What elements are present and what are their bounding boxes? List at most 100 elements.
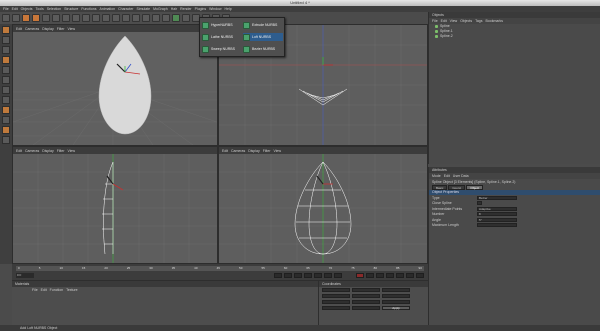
tab-coord[interactable]: Coord. (448, 184, 466, 190)
redo-icon[interactable] (12, 14, 20, 22)
lock-icon[interactable] (2, 136, 10, 144)
coord-field[interactable] (382, 288, 410, 292)
mat-menu-function[interactable]: Function (50, 288, 63, 292)
menu-plugins[interactable]: Plugins (195, 7, 206, 11)
move-icon[interactable] (32, 14, 40, 22)
menu-tools[interactable]: Tools (36, 7, 44, 11)
scale-key-icon[interactable] (396, 273, 404, 278)
undo-icon[interactable] (2, 14, 10, 22)
coord-field[interactable] (322, 294, 350, 298)
menu-simulate[interactable]: Simulate (136, 7, 150, 11)
attr-menu-edit[interactable]: Edit (444, 174, 450, 178)
coord-field[interactable] (382, 294, 410, 298)
snap-icon[interactable] (2, 126, 10, 134)
vp-menu-cameras[interactable]: Cameras (25, 149, 39, 153)
position-key-icon[interactable] (386, 273, 394, 278)
viewport-perspective[interactable]: Edit Cameras Display Filter View Perspec… (12, 24, 218, 146)
bezier-nurbs-item[interactable]: Bezier NURBS (243, 45, 283, 53)
mat-menu-edit[interactable]: Edit (41, 288, 47, 292)
vp-menu-view[interactable]: View (68, 27, 76, 31)
vp-menu-display[interactable]: Display (42, 27, 53, 31)
rotation-key-icon[interactable] (406, 273, 414, 278)
autokey-icon[interactable] (366, 273, 374, 278)
viewport-right[interactable]: Edit Cameras Display Filter View Right (12, 146, 218, 264)
lathe-nurbs-item[interactable]: Lathe NURBS (202, 33, 242, 41)
goto-start-icon[interactable] (274, 273, 282, 278)
vp-menu-display[interactable]: Display (248, 149, 259, 153)
object-mode-icon[interactable] (2, 46, 10, 54)
close-spline-checkbox[interactable] (477, 201, 482, 206)
menu-mograph[interactable]: MoGraph (153, 7, 168, 11)
texture-mode-icon[interactable] (2, 56, 10, 64)
y-axis-icon[interactable] (82, 14, 90, 22)
loft-nurbs-item[interactable]: Loft NURBS (243, 33, 283, 41)
mat-menu-file[interactable]: File (32, 288, 38, 292)
vp-menu-view[interactable]: View (68, 149, 76, 153)
next-key-icon[interactable] (324, 273, 332, 278)
vp-menu-display[interactable]: Display (42, 149, 53, 153)
object-list-item[interactable]: Spline.2 (429, 34, 600, 39)
obj-menu-bookmarks[interactable]: Bookmarks (485, 19, 503, 23)
tweak-mode-icon[interactable] (2, 116, 10, 124)
menu-file[interactable]: File (3, 7, 9, 11)
menu-window[interactable]: Window (209, 7, 221, 11)
obj-menu-view[interactable]: View (450, 19, 458, 23)
number-field[interactable]: 8 (477, 212, 517, 217)
vp-menu-filter[interactable]: Filter (57, 27, 65, 31)
nurbs-menu-icon[interactable] (172, 14, 180, 22)
coordinate-system-icon[interactable] (102, 14, 110, 22)
obj-menu-edit[interactable]: Edit (441, 19, 447, 23)
subdivision-icon[interactable] (162, 14, 170, 22)
rotate-icon[interactable] (52, 14, 60, 22)
x-axis-icon[interactable] (72, 14, 80, 22)
workplane-icon[interactable] (2, 66, 10, 74)
menu-character[interactable]: Character (118, 7, 133, 11)
timeline-ruler[interactable]: 0 5 10 15 20 25 30 35 40 45 50 55 60 65 70 75 80 85 90 (16, 266, 424, 271)
tab-basic[interactable]: Basic (432, 184, 448, 190)
coord-field[interactable] (352, 294, 380, 298)
menu-edit[interactable]: Edit (12, 7, 18, 11)
obj-menu-file[interactable]: File (432, 19, 438, 23)
keyframe-selection-icon[interactable] (376, 273, 384, 278)
vp-menu-cameras[interactable]: Cameras (25, 27, 39, 31)
obj-menu-objects[interactable]: Objects (460, 19, 472, 23)
menu-render[interactable]: Render (180, 7, 191, 11)
goto-end-icon[interactable] (334, 273, 342, 278)
coord-field[interactable] (322, 288, 350, 292)
max-length-field[interactable] (477, 223, 517, 228)
polygons-mode-icon[interactable] (2, 96, 10, 104)
vp-menu-view[interactable]: View (274, 149, 282, 153)
menu-functions[interactable]: Functions (81, 7, 96, 11)
extrude-nurbs-item[interactable]: Extrude NURBS (243, 21, 283, 29)
recent-tool-icon[interactable] (62, 14, 70, 22)
prev-frame-icon[interactable] (294, 273, 302, 278)
next-frame-icon[interactable] (314, 273, 322, 278)
coord-dropdown[interactable] (352, 306, 380, 310)
scale-icon[interactable] (42, 14, 50, 22)
menu-hair[interactable]: Hair (171, 7, 177, 11)
vp-menu-edit[interactable]: Edit (16, 149, 22, 153)
sweep-nurbs-item[interactable]: Sweep NURBS (202, 45, 242, 53)
cube-icon[interactable] (142, 14, 150, 22)
type-dropdown[interactable]: Bezier (477, 195, 517, 200)
apply-button[interactable]: Apply (382, 306, 410, 310)
coord-dropdown[interactable] (322, 306, 350, 310)
obj-menu-tags[interactable]: Tags (475, 19, 482, 23)
model-mode-icon[interactable] (2, 36, 10, 44)
viewport-front[interactable]: Edit Cameras Display Filter View Front (218, 146, 428, 264)
angle-field[interactable]: 5° (477, 217, 517, 222)
attr-menu-user-data[interactable]: User Data (453, 174, 469, 178)
menu-objects[interactable]: Objects (21, 7, 33, 11)
axis-mode-icon[interactable] (2, 106, 10, 114)
intermediate-points-dropdown[interactable]: Adaptive (477, 206, 517, 211)
coord-field[interactable] (322, 300, 350, 304)
pen-icon[interactable] (152, 14, 160, 22)
render-settings-icon[interactable] (132, 14, 140, 22)
menu-selection[interactable]: Selection (47, 7, 61, 11)
z-axis-icon[interactable] (92, 14, 100, 22)
play-icon[interactable] (304, 273, 312, 278)
edges-mode-icon[interactable] (2, 86, 10, 94)
render-picture-viewer-icon[interactable] (122, 14, 130, 22)
prev-key-icon[interactable] (284, 273, 292, 278)
vp-menu-edit[interactable]: Edit (16, 27, 22, 31)
